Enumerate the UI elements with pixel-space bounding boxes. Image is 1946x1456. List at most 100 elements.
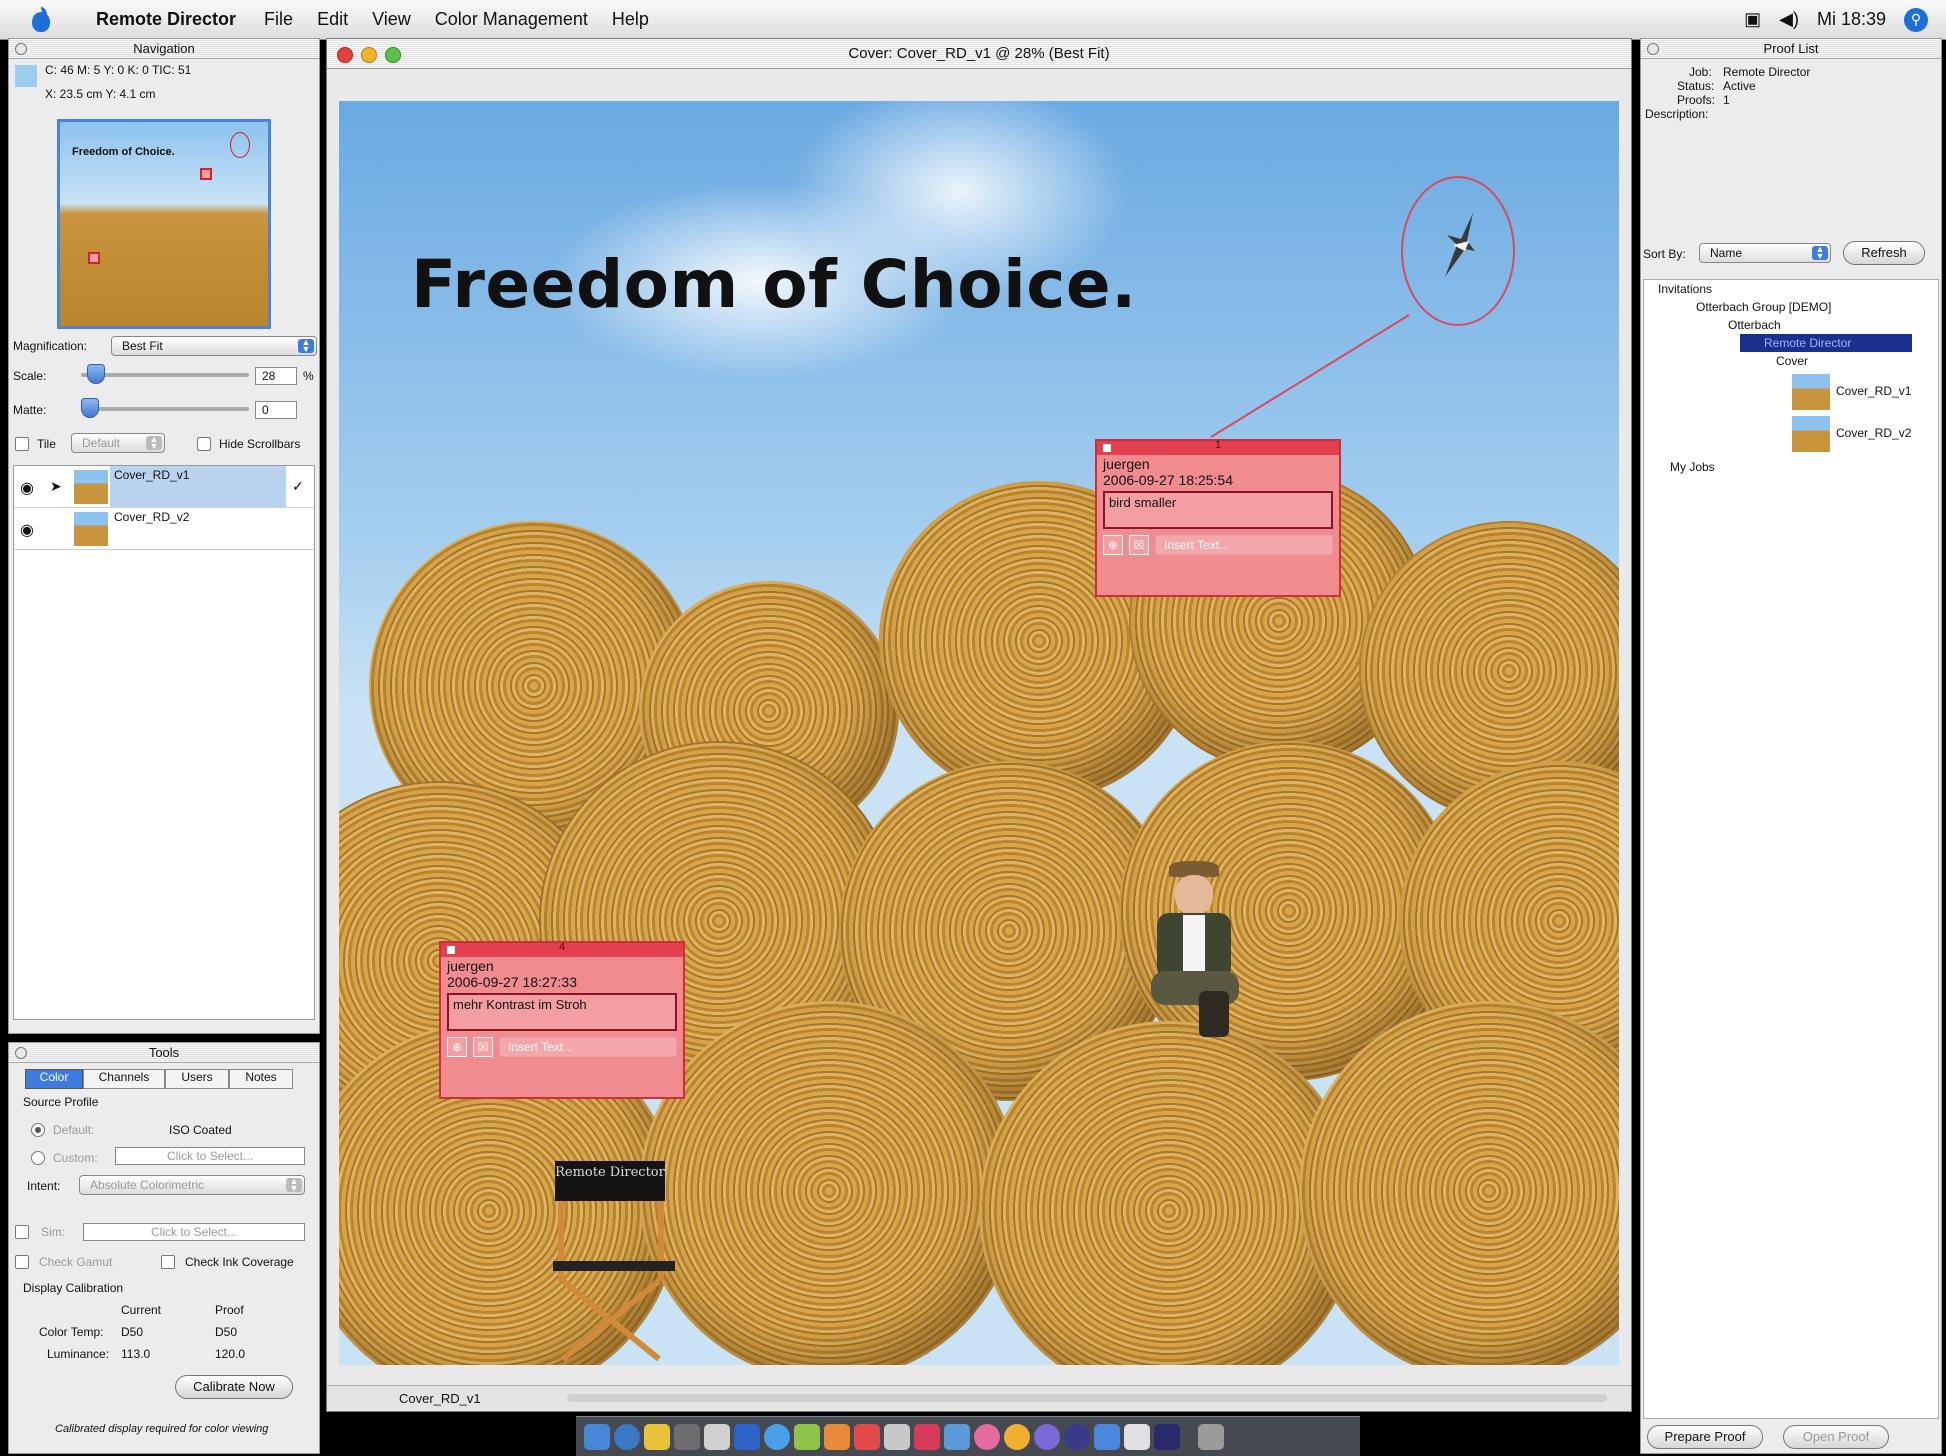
app-icon[interactable]: [914, 1423, 940, 1450]
proof-note[interactable]: 4 juergen 2006-09-27 18:27:33 mehr Kontr…: [439, 941, 685, 1099]
sort-by-select[interactable]: Name ▲ ▼: [1699, 243, 1831, 263]
note-target-icon[interactable]: ⊕: [447, 1037, 467, 1057]
app-icon[interactable]: [734, 1423, 760, 1450]
app-icon[interactable]: [794, 1423, 820, 1450]
close-panel-button[interactable]: [1647, 43, 1659, 55]
note-target-icon[interactable]: ⊕: [1103, 535, 1123, 555]
custom-profile-radio[interactable]: [31, 1151, 45, 1165]
finder-icon[interactable]: [584, 1423, 610, 1450]
horizontal-scrollbar[interactable]: [567, 1394, 1607, 1402]
check-gamut-checkbox[interactable]: [15, 1255, 29, 1269]
luminance-label: Luminance:: [47, 1347, 110, 1361]
note-header-bar[interactable]: 1: [1097, 439, 1339, 455]
menu-help[interactable]: Help: [600, 9, 661, 30]
app-icon[interactable]: [1094, 1423, 1120, 1450]
proof-layer-row[interactable]: ◉ Cover_RD_v2: [14, 508, 314, 550]
note-header-bar[interactable]: 4: [441, 941, 683, 957]
spotlight-search-icon[interactable]: ⚲: [1904, 7, 1928, 32]
app-icon[interactable]: [1004, 1423, 1030, 1450]
apple-menu-icon[interactable]: [26, 6, 62, 33]
intent-select[interactable]: Absolute Colorimetric ▲ ▼: [79, 1175, 305, 1195]
app-icon[interactable]: [884, 1423, 910, 1450]
note-delete-icon[interactable]: ☒: [473, 1037, 493, 1057]
menu-view[interactable]: View: [360, 9, 423, 30]
app-icon[interactable]: [944, 1423, 970, 1450]
menu-file[interactable]: File: [252, 9, 305, 30]
scale-slider-knob[interactable]: [87, 364, 105, 384]
note-text-field[interactable]: mehr Kontrast im Stroh: [447, 993, 677, 1031]
mail-icon[interactable]: [674, 1423, 700, 1450]
minimize-window-button[interactable]: [361, 47, 377, 63]
tree-my-jobs[interactable]: My Jobs: [1670, 460, 1715, 474]
status-label: Status:: [1677, 79, 1715, 93]
browser-icon[interactable]: [614, 1423, 640, 1450]
display-icon[interactable]: ▣: [1744, 9, 1761, 30]
close-window-button[interactable]: [337, 47, 353, 63]
menu-color-management[interactable]: Color Management: [423, 9, 600, 30]
scale-slider[interactable]: [81, 373, 249, 377]
sim-select-field[interactable]: Click to Select...: [83, 1223, 305, 1241]
proof-artwork[interactable]: Freedom of Choice. 1 juergen 2006-09-27 …: [339, 101, 1619, 1365]
app-icon[interactable]: [1124, 1423, 1150, 1450]
app-icon[interactable]: [974, 1423, 1000, 1450]
tab-users[interactable]: Users: [165, 1069, 229, 1089]
annotation-leader-line: [1210, 314, 1410, 438]
proof-layer-row[interactable]: ◉ ➤ Cover_RD_v1 ✓: [14, 466, 314, 508]
tree-user[interactable]: Otterbach: [1728, 318, 1781, 332]
printer-icon[interactable]: [704, 1423, 730, 1450]
matte-slider-knob[interactable]: [81, 398, 99, 418]
clock[interactable]: Mi 18:39: [1817, 9, 1886, 30]
proof-tree: Invitations Otterbach Group [DEMO] Otter…: [1643, 279, 1939, 1419]
note-insert-text-select[interactable]: Insert Text...: [1155, 535, 1333, 555]
zoom-window-button[interactable]: [385, 47, 401, 63]
default-profile-radio[interactable]: [31, 1123, 45, 1137]
scale-input[interactable]: 28: [255, 367, 297, 385]
color-temp-current: D50: [121, 1325, 144, 1339]
note-insert-text-select[interactable]: Insert Text...: [499, 1037, 677, 1057]
calibrate-now-button[interactable]: Calibrate Now: [175, 1375, 293, 1399]
trash-icon[interactable]: [1198, 1423, 1224, 1450]
check-ink-checkbox[interactable]: [161, 1255, 175, 1269]
app-icon[interactable]: [1064, 1423, 1090, 1450]
folder-icon[interactable]: [644, 1423, 670, 1450]
proof-note[interactable]: 1 juergen 2006-09-27 18:25:54 bird small…: [1095, 439, 1341, 597]
close-panel-button[interactable]: [15, 43, 27, 55]
tree-job[interactable]: Remote Director: [1764, 336, 1851, 350]
menu-edit[interactable]: Edit: [305, 9, 360, 30]
tree-folder[interactable]: Cover: [1776, 354, 1808, 368]
tree-invitations[interactable]: Invitations: [1658, 282, 1712, 296]
matte-slider[interactable]: [81, 407, 249, 411]
magnification-select[interactable]: Best Fit ▲ ▼: [111, 336, 317, 356]
scale-unit: %: [303, 369, 314, 383]
app-icon[interactable]: [1154, 1423, 1180, 1450]
note-delete-icon[interactable]: ☒: [1129, 535, 1149, 555]
hide-scrollbars-checkbox[interactable]: [197, 437, 211, 451]
volume-icon[interactable]: ◀): [1779, 9, 1799, 30]
tab-notes[interactable]: Notes: [229, 1069, 293, 1089]
matte-input[interactable]: 0: [255, 401, 297, 419]
app-icon[interactable]: [764, 1423, 790, 1450]
arrow-cursor-icon[interactable]: ➤: [50, 478, 62, 495]
sim-checkbox[interactable]: [15, 1225, 29, 1239]
tile-checkbox[interactable]: [15, 437, 29, 451]
app-icon[interactable]: [854, 1423, 880, 1450]
app-icon[interactable]: [1034, 1423, 1060, 1450]
app-icon[interactable]: [824, 1423, 850, 1450]
note-text-field[interactable]: bird smaller: [1103, 491, 1333, 529]
checkmark-icon[interactable]: ✓: [292, 478, 304, 495]
tile-select[interactable]: Default ▲ ▼: [71, 433, 165, 453]
tree-item[interactable]: Cover_RD_v2: [1836, 426, 1911, 440]
custom-profile-select-field[interactable]: Click to Select...: [115, 1147, 305, 1165]
tab-channels[interactable]: Channels: [83, 1069, 165, 1089]
tab-color[interactable]: Color: [25, 1069, 83, 1089]
tree-group[interactable]: Otterbach Group [DEMO]: [1696, 300, 1831, 314]
prepare-proof-button[interactable]: Prepare Proof: [1647, 1425, 1763, 1449]
eye-icon[interactable]: ◉: [20, 478, 34, 498]
eye-icon[interactable]: ◉: [20, 520, 34, 540]
close-panel-button[interactable]: [15, 1047, 27, 1059]
menu-app-name[interactable]: Remote Director: [84, 9, 252, 30]
tree-item[interactable]: Cover_RD_v1: [1836, 384, 1911, 398]
refresh-button[interactable]: Refresh: [1843, 241, 1925, 265]
navigation-thumbnail[interactable]: Freedom of Choice.: [57, 119, 271, 329]
open-proof-button[interactable]: Open Proof: [1783, 1425, 1889, 1449]
